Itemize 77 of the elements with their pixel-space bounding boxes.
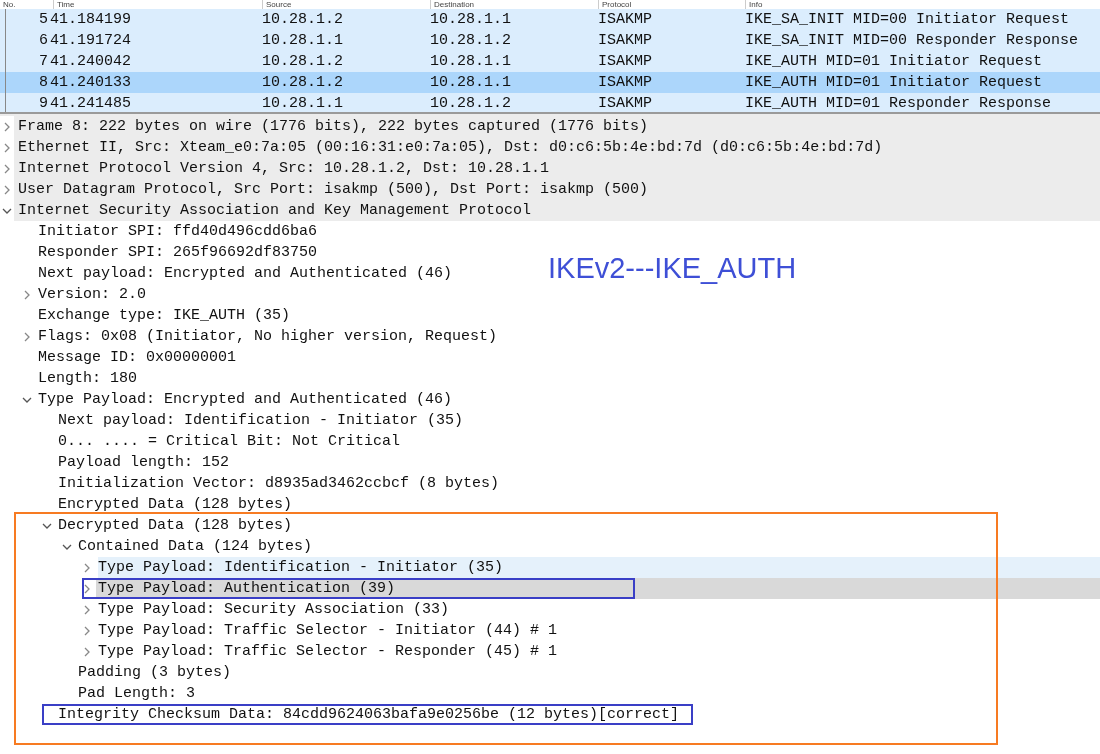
tree-item[interactable]: 0... .... = Critical Bit: Not Critical <box>40 431 401 452</box>
table-cell-text: 41.240042 <box>50 52 132 72</box>
chevron-right-icon[interactable] <box>82 583 92 594</box>
table-cell-text: 7 <box>38 52 49 72</box>
tree-item[interactable]: Frame 8: 222 bytes on wire (1776 bits), 222 bytes captured (1776 bits) <box>0 116 649 137</box>
tree-item[interactable]: Message ID: 0x00000001 <box>20 347 237 368</box>
table-cell-text: 10.28.1.1 <box>430 52 512 72</box>
column-header[interactable]: No. <box>0 0 53 9</box>
table-cell-text: 10.28.1.1 <box>430 73 512 93</box>
table-cell-text: 10.28.1.2 <box>430 94 512 112</box>
tree-item[interactable]: Initiator SPI: ffd40d496cdd6ba6 <box>20 221 318 242</box>
table-cell-text: IKE_SA_INIT MID=00 Responder Response <box>745 31 1080 51</box>
table-cell-text: IKE_AUTH MID=01 Initiator Request <box>745 73 1044 93</box>
table-cell-text: 9 <box>38 94 49 112</box>
table-cell-text: ISAKMP <box>598 10 653 30</box>
chevron-right-icon[interactable] <box>82 625 92 636</box>
chevron-right-icon[interactable] <box>2 184 12 195</box>
tree-item[interactable]: Type Payload: Security Association (33) <box>80 599 450 620</box>
tree-item[interactable]: Type Payload: Traffic Selector - Responder (45) # 1 <box>80 641 558 662</box>
tree-item[interactable]: Pad Length: 3 <box>60 683 196 704</box>
tree-item[interactable]: Ethernet II, Src: Xteam_e0:7a:05 (00:16:31:e0:7a:05), Dst: d0:c6:5b:4e:bd:7d (d0:c6:5b:4e:bd:7d) <box>0 137 883 158</box>
tree-item[interactable]: Type Payload: Encrypted and Authenticated (46) <box>20 389 453 410</box>
tree-item[interactable]: Next payload: Encrypted and Authenticated (46) <box>20 263 453 284</box>
tree-item[interactable]: Contained Data (124 bytes) <box>60 536 313 557</box>
tree-item[interactable]: Type Payload: Identification - Initiator (35) <box>80 557 504 578</box>
tree-item[interactable]: Internet Protocol Version 4, Src: 10.28.1.2, Dst: 10.28.1.1 <box>0 158 550 179</box>
chevron-right-icon[interactable] <box>2 163 12 174</box>
table-cell-text: ISAKMP <box>598 73 653 93</box>
table-cell-text: 41.241485 <box>50 94 132 112</box>
tree-item[interactable]: Integrity Checksum Data: 84cdd9624063bafa9e0256be (12 bytes)[correct] <box>40 704 680 725</box>
table-cell-text: 10.28.1.2 <box>262 52 344 72</box>
tree-item[interactable]: Initialization Vector: d8935ad3462ccbcf (8 bytes) <box>40 473 500 494</box>
tree-item[interactable]: Flags: 0x08 (Initiator, No higher version, Request) <box>20 326 498 347</box>
chevron-right-icon[interactable] <box>22 289 32 300</box>
tree-item[interactable]: Internet Security Association and Key Management Protocol <box>0 200 532 221</box>
table-cell-text: 6 <box>38 31 49 51</box>
chevron-right-icon[interactable] <box>82 604 92 615</box>
tree-item[interactable]: Encrypted Data (128 bytes) <box>40 494 293 515</box>
table-cell-text: 10.28.1.2 <box>262 73 344 93</box>
packet-row[interactable]: 641.191724 10.28.1.1 10.28.1.2 ISAKMP IKE_SA_INIT MID=00 Responder Response <box>0 30 1100 51</box>
tree-item[interactable]: Version: 2.0 <box>20 284 147 305</box>
table-cell-text: 10.28.1.2 <box>430 31 512 51</box>
chevron-right-icon[interactable] <box>2 142 12 153</box>
packet-row[interactable]: 541.184199 10.28.1.2 10.28.1.1 ISAKMP IKE_SA_INIT MID=00 Initiator Request <box>0 9 1100 30</box>
tree-item[interactable]: Next payload: Identification - Initiator (35) <box>40 410 464 431</box>
tree-item[interactable]: Responder SPI: 265f96692df83750 <box>20 242 318 263</box>
table-cell-text: ISAKMP <box>598 31 653 51</box>
packet-row[interactable]: 941.241485 10.28.1.1 10.28.1.2 ISAKMP IKE_AUTH MID=01 Responder Response <box>0 93 1100 112</box>
tree-item[interactable]: Length: 180 <box>20 368 138 389</box>
chevron-right-icon[interactable] <box>82 646 92 657</box>
tree-item[interactable]: Type Payload: Authentication (39) <box>80 578 396 599</box>
table-cell-text: ISAKMP <box>598 94 653 112</box>
table-cell-text: 41.240133 <box>50 73 132 93</box>
table-cell-text: 10.28.1.2 <box>262 10 344 30</box>
table-cell-text: IKE_AUTH MID=01 Initiator Request <box>745 52 1044 72</box>
chevron-right-icon[interactable] <box>22 331 32 342</box>
packet-row[interactable]: 841.240133 10.28.1.2 10.28.1.1 ISAKMP IKE_AUTH MID=01 Initiator Request <box>0 72 1100 93</box>
tree-item[interactable]: User Datagram Protocol, Src Port: isakmp (500), Dst Port: isakmp (500) <box>0 179 649 200</box>
table-cell-text: 10.28.1.1 <box>430 10 512 30</box>
tree-item[interactable]: Exchange type: IKE_AUTH (35) <box>20 305 291 326</box>
table-cell-text: 41.191724 <box>50 31 132 51</box>
annotation-title: IKEv2---IKE_AUTH <box>548 252 797 285</box>
tree-item[interactable]: Padding (3 bytes) <box>60 662 232 683</box>
table-cell-text: 41.184199 <box>50 10 132 30</box>
table-cell-text: 5 <box>38 10 49 30</box>
tree-item[interactable]: Type Payload: Traffic Selector - Initiator (44) # 1 <box>80 620 558 641</box>
table-cell-text: IKE_SA_INIT MID=00 Initiator Request <box>745 10 1071 30</box>
table-cell-text: ISAKMP <box>598 52 653 72</box>
tree-item[interactable]: Payload length: 152 <box>40 452 230 473</box>
chevron-right-icon[interactable] <box>2 121 12 132</box>
table-cell-text: 8 <box>38 73 49 93</box>
table-cell-text: IKE_AUTH MID=01 Responder Response <box>745 94 1053 112</box>
table-cell-text: 10.28.1.1 <box>262 31 344 51</box>
chevron-right-icon[interactable] <box>82 562 92 573</box>
table-cell-text: 10.28.1.1 <box>262 94 344 112</box>
packet-row[interactable]: 741.240042 10.28.1.2 10.28.1.1 ISAKMP IKE_AUTH MID=01 Initiator Request <box>0 51 1100 72</box>
tree-item[interactable]: Decrypted Data (128 bytes) <box>40 515 293 536</box>
